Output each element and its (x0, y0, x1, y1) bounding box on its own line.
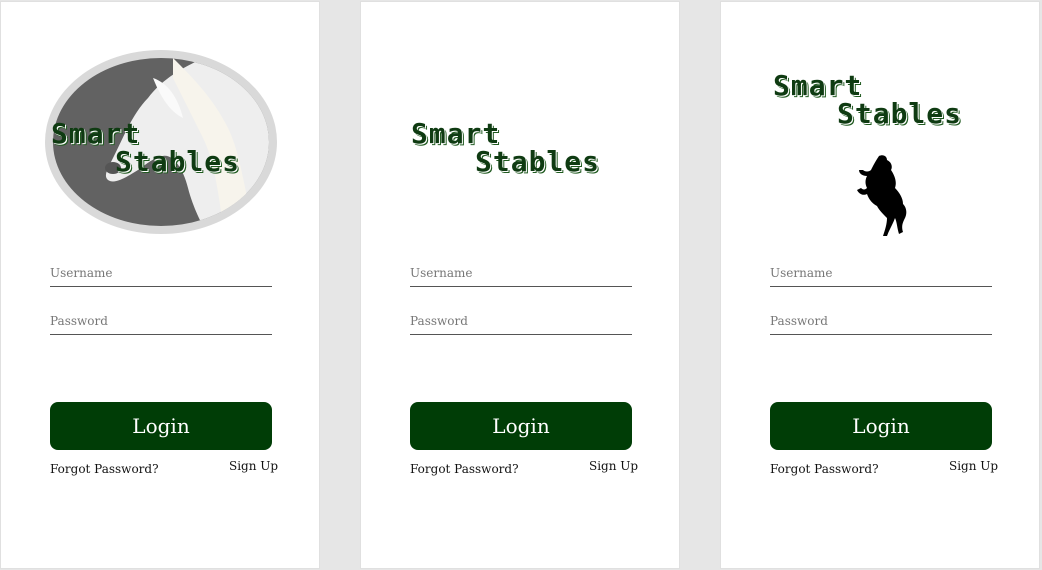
login-screen-variant-2: Smart Stables Login Forgot Password? Sig… (360, 1, 680, 569)
app-logo-text: Smart Stables (411, 120, 600, 176)
username-field[interactable] (50, 262, 272, 287)
login-button[interactable]: Login (770, 402, 992, 450)
password-input[interactable] (50, 314, 272, 334)
password-field[interactable] (770, 310, 992, 335)
password-field[interactable] (410, 310, 632, 335)
login-button[interactable]: Login (410, 402, 632, 450)
username-input[interactable] (410, 266, 632, 286)
sign-up-link[interactable]: Sign Up (949, 459, 998, 473)
login-screen-variant-1: Smart Stables Login Forgot Password? Sig… (0, 1, 320, 569)
username-field[interactable] (410, 262, 632, 287)
rearing-horse-icon (857, 155, 907, 236)
username-input[interactable] (50, 266, 272, 286)
logo-line-2: Stables (837, 97, 963, 130)
username-input[interactable] (770, 266, 992, 286)
password-field[interactable] (50, 310, 272, 335)
forgot-password-link[interactable]: Forgot Password? (410, 462, 519, 476)
logo-line-2: Stables (115, 145, 241, 178)
password-input[interactable] (770, 314, 992, 334)
logo-line-2: Stables (475, 145, 601, 178)
sign-up-link[interactable]: Sign Up (229, 459, 278, 473)
password-input[interactable] (410, 314, 632, 334)
forgot-password-link[interactable]: Forgot Password? (50, 462, 159, 476)
sign-up-link[interactable]: Sign Up (589, 459, 638, 473)
login-button[interactable]: Login (50, 402, 272, 450)
login-screen-variant-3: Smart Stables Login Forgot Password? Sig… (720, 1, 1040, 569)
forgot-password-link[interactable]: Forgot Password? (770, 462, 879, 476)
username-field[interactable] (770, 262, 992, 287)
app-logo-text: Smart Stables (773, 72, 962, 128)
app-logo-text: Smart Stables (51, 120, 240, 176)
